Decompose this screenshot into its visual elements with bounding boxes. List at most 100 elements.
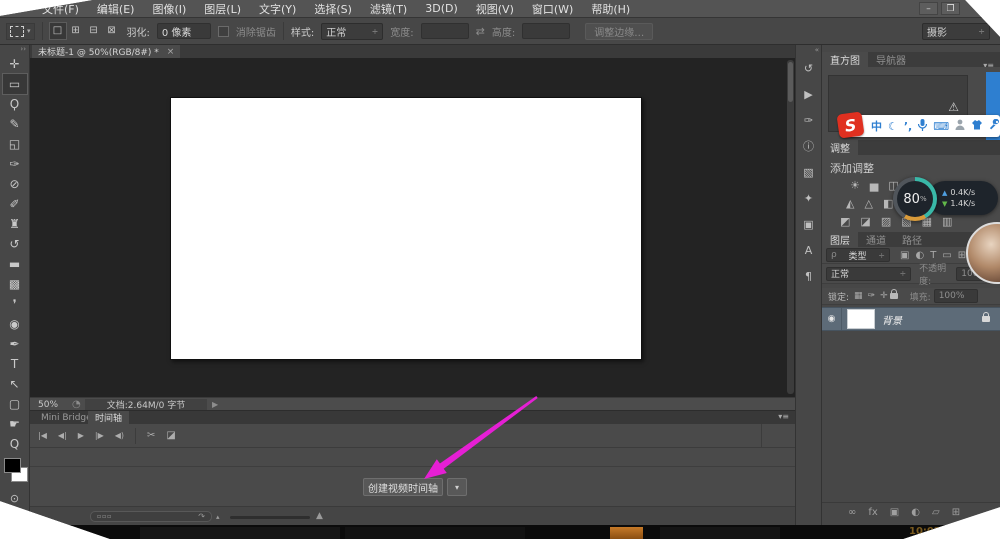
shape-tool[interactable]: ▢ [3, 394, 27, 414]
timeline-zoom-slider[interactable] [230, 516, 310, 519]
menu-item[interactable]: 图像(I) [143, 1, 195, 17]
menu-item[interactable]: 帮助(H) [582, 1, 639, 17]
path-selection-tool[interactable]: ↖ [3, 374, 27, 394]
active-tool-badge[interactable]: ▾ [6, 23, 35, 40]
color-icon[interactable]: ▧ [798, 159, 820, 185]
feather-input[interactable]: 0 像素 [157, 23, 211, 39]
warning-icon[interactable]: ⚠ [948, 100, 959, 114]
history-icon[interactable]: ↺ [798, 55, 820, 81]
quick-mask-icon[interactable]: ⊙ [10, 492, 19, 505]
status-menu-icon[interactable]: ▶ [212, 400, 218, 409]
transition-icon[interactable]: ◪ [166, 430, 175, 441]
rect-marquee-tool[interactable]: ▭ [3, 74, 27, 94]
width-input[interactable] [421, 23, 469, 39]
shape-filter-icon[interactable]: ▭ [942, 250, 951, 261]
menu-item[interactable]: 3D(D) [416, 2, 467, 15]
tab-layers[interactable]: 图层 [822, 232, 858, 247]
info-icon[interactable]: ⓘ [798, 133, 820, 159]
new-layer-icon[interactable]: ⊞ [952, 507, 960, 518]
clone-stamp-tool[interactable]: ♜ [3, 214, 27, 234]
selective-color-icon[interactable]: ◩ [840, 215, 850, 228]
render-video-icon[interactable]: ↷ [198, 512, 205, 521]
fill-input[interactable]: 100% [934, 289, 978, 303]
next-frame-icon[interactable]: |▶ [95, 431, 104, 440]
minimize-button[interactable]: – [919, 2, 938, 15]
ime-language-toggle[interactable]: 中 [871, 118, 882, 134]
taskbar-item[interactable] [610, 527, 643, 539]
posterize-icon[interactable]: ▥ [942, 215, 952, 228]
menu-item[interactable]: 图层(L) [195, 1, 250, 17]
eyedropper-tool[interactable]: ✑ [3, 154, 27, 174]
link-icon[interactable]: ∞ [848, 507, 856, 518]
punctuation-icon[interactable]: ’, [904, 120, 912, 133]
menu-item[interactable]: 窗口(W) [523, 1, 582, 17]
menu-item[interactable]: 文件(F) [33, 1, 88, 17]
eraser-tool[interactable]: ▬ [3, 254, 27, 274]
taskbar-item[interactable] [345, 527, 525, 539]
create-video-timeline-button[interactable]: 创建视频时间轴 [363, 478, 443, 496]
height-input[interactable] [522, 23, 570, 39]
lock-paint-icon[interactable]: ✑ [868, 291, 876, 301]
go-first-frame-icon[interactable]: |◀ [38, 431, 47, 440]
tool-presets-icon[interactable]: ✑ [798, 107, 820, 133]
refine-edge-button[interactable]: 调整边缘… [585, 23, 653, 40]
brush-tool[interactable]: ✐ [3, 194, 27, 214]
taskbar-item[interactable] [140, 527, 340, 539]
adjustment-icon[interactable]: ◐ [911, 507, 920, 518]
foreground-color-swatch[interactable] [4, 458, 21, 473]
swap-dimensions-icon[interactable]: ⇄ [476, 25, 485, 38]
menu-item[interactable]: 编辑(E) [88, 1, 144, 17]
menu-item[interactable]: 视图(V) [467, 1, 523, 17]
lock-transparent-icon[interactable]: ▦ [854, 291, 863, 301]
quick-selection-tool[interactable]: ✎ [3, 114, 27, 134]
document-tab[interactable]: 未标题-1 @ 50%(RGB/8#) * × [32, 45, 180, 58]
lock-move-icon[interactable]: ✛ [880, 291, 888, 301]
create-timeline-dropdown[interactable]: ▾ [447, 478, 467, 496]
close-icon[interactable]: × [167, 47, 175, 57]
fx-icon[interactable]: fx [868, 507, 877, 518]
menu-item[interactable]: 选择(S) [305, 1, 361, 17]
person-icon[interactable] [955, 119, 965, 133]
styles-icon[interactable]: ✦ [798, 185, 820, 211]
color-balance-icon[interactable]: ◧ [883, 197, 893, 210]
type-tool[interactable]: T [3, 354, 27, 374]
fullhalf-moon-icon[interactable]: ☾ [888, 120, 898, 133]
panel-menu-icon[interactable]: ▾≡ [778, 412, 789, 421]
hue-saturation-icon[interactable]: △ [864, 197, 872, 210]
new-selection-icon[interactable]: □ [50, 23, 66, 39]
crop-tool[interactable]: ◱ [3, 134, 27, 154]
style-select[interactable]: 正常 ÷ [321, 23, 383, 40]
brightness-contrast-icon[interactable]: ☀ [850, 179, 860, 192]
tab-timeline[interactable]: 时间轴 [88, 411, 129, 424]
tab-channels[interactable]: 通道 [858, 232, 894, 247]
tab-histogram[interactable]: 直方图 [822, 52, 868, 67]
workspace-select[interactable]: 摄影 ÷ [922, 23, 990, 40]
gradient-map-icon[interactable]: ▨ [881, 215, 891, 228]
vertical-scrollbar[interactable] [787, 60, 794, 394]
pixel-filter-icon[interactable]: ▣ [900, 250, 909, 261]
restore-button[interactable]: ❐ [941, 2, 960, 15]
pen-tool[interactable]: ✒ [3, 334, 27, 354]
levels-icon[interactable]: ▅ [870, 179, 878, 192]
move-tool[interactable]: ✛ [3, 54, 27, 74]
intersect-selection-icon[interactable]: ⊠ [104, 23, 120, 39]
history-brush-tool[interactable]: ↺ [3, 234, 27, 254]
gradient-tool[interactable]: ▩ [3, 274, 27, 294]
play-icon[interactable]: ▶ [78, 431, 84, 440]
zoom-tool[interactable]: Q [3, 434, 27, 454]
mask-icon[interactable]: ▣ [890, 507, 899, 518]
lock-all-icon[interactable] [890, 293, 898, 299]
collapse-tools-icon[interactable]: ›› [20, 45, 29, 54]
tab-paths[interactable]: 路径 [894, 232, 930, 247]
zoom-level[interactable]: 50% [38, 400, 58, 410]
add-selection-icon[interactable]: ⊞ [68, 23, 84, 39]
layer-thumbnail[interactable] [847, 309, 875, 329]
type-filter-icon[interactable]: T [930, 250, 936, 261]
taskbar-item[interactable] [660, 527, 780, 539]
smart-object-filter-icon[interactable]: ⊞ [958, 250, 966, 261]
zoom-out-icon[interactable]: ▴ [216, 513, 220, 521]
menu-item[interactable]: 滤镜(T) [361, 1, 416, 17]
tab-navigator[interactable]: 导航器 [868, 52, 914, 67]
adjustment-filter-icon[interactable]: ◐ [915, 250, 924, 261]
prev-frame-icon[interactable]: ◀| [58, 431, 67, 440]
